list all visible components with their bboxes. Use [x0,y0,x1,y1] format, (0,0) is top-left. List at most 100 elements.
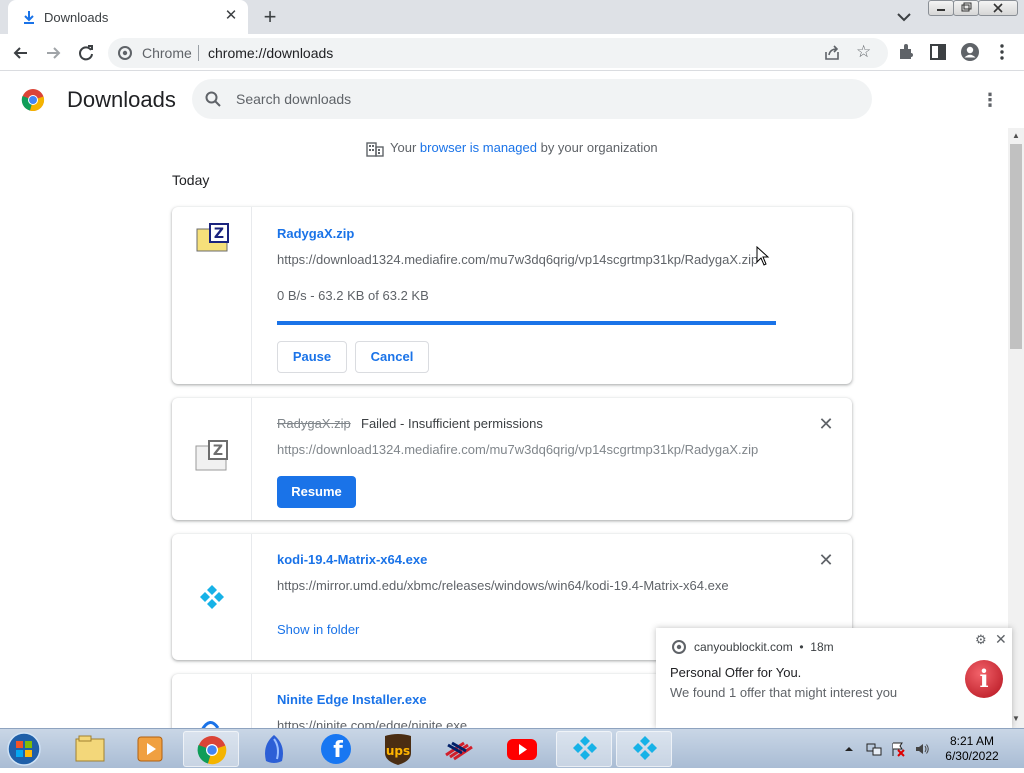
taskbar-facebook[interactable]: f [308,731,364,767]
close-window-button[interactable] [978,0,1018,16]
notification-body: We found 1 offer that might interest you [670,685,898,700]
download-item: Z RadygaX.zip Failed - Insufficient perm… [172,398,852,520]
svg-text:Z: Z [213,443,223,459]
taskbar-kodi-1[interactable] [556,731,612,767]
taskbar-chrome[interactable] [183,731,239,767]
side-panel-icon[interactable] [928,42,948,62]
scroll-up-arrow[interactable]: ▲ [1010,130,1022,142]
forward-icon[interactable] [40,40,66,66]
chrome-site-icon [672,640,686,654]
search-icon [205,91,221,107]
show-in-folder-link[interactable]: Show in folder [277,622,359,637]
taskbar-browser[interactable] [246,731,302,767]
zip-file-icon: Z [196,223,229,252]
separator [198,45,199,61]
taskbar-bank[interactable] [432,731,488,767]
action-center-flag-icon[interactable] [890,741,906,757]
kodi-icon [200,585,224,609]
download-filename: RadygaX.zip [277,416,351,431]
restore-button[interactable] [953,0,979,16]
section-today: Today [172,172,210,188]
chrome-site-icon [118,46,132,60]
download-filename[interactable]: RadygaX.zip [277,226,354,241]
facebook-icon: f [321,734,351,764]
info-icon: i [965,660,1003,698]
explorer-icon [75,735,105,762]
download-progress-bar [277,321,776,325]
chrome-logo-icon [21,89,45,112]
download-url[interactable]: https://mirror.umd.edu/xbmc/releases/win… [277,578,729,593]
taskbar-media-player[interactable] [122,731,178,767]
search-input[interactable] [236,89,836,109]
tab-title: Downloads [44,10,109,25]
tray-expand-icon[interactable] [844,741,854,757]
managed-prefix: Your [390,140,417,155]
reload-icon[interactable] [73,40,99,66]
scrollbar-thumb[interactable] [1010,144,1022,349]
new-tab-button[interactable]: + [258,5,282,29]
kodi-icon [633,736,657,760]
managed-link[interactable]: browser is managed [420,140,537,155]
tab-strip: Downloads ✕ + [0,0,1024,34]
download-item: Z RadygaX.zip https://download1324.media… [172,207,852,384]
file-icon-column [172,534,252,660]
extensions-icon[interactable] [896,42,916,62]
resume-button[interactable]: Resume [277,476,356,508]
taskbar-explorer[interactable] [62,731,118,767]
bookmark-star-icon[interactable]: ☆ [856,43,874,61]
download-status: 0 B/s - 63.2 KB of 63.2 KB [277,288,429,303]
cancel-button[interactable]: Cancel [355,341,429,373]
volume-icon[interactable] [914,741,930,757]
system-clock[interactable]: 8:21 AM 6/30/2022 [944,734,1000,764]
address-bar[interactable]: Chrome chrome://downloads ☆ [108,38,888,68]
remove-item-icon[interactable]: ✕ [818,415,834,433]
clock-time: 8:21 AM [949,734,995,748]
remove-item-icon[interactable]: ✕ [818,551,834,569]
back-icon[interactable] [8,40,34,66]
file-icon-column: Z [172,207,252,384]
taskbar-kodi-2[interactable] [616,731,672,767]
svg-text:ups: ups [386,744,410,758]
file-icon-column: Z [172,398,252,520]
network-icon[interactable] [866,741,882,757]
zip-file-icon-failed: Z [195,440,228,471]
notification-settings-icon[interactable]: ⚙ [975,632,987,648]
browser-icon [265,735,283,763]
notification-close-icon[interactable]: ✕ [995,631,1007,648]
tab-downloads[interactable]: Downloads ✕ [8,0,248,34]
managed-suffix: by your organization [540,140,658,155]
download-url[interactable]: https://download1324.mediafire.com/mu7w3… [277,442,758,457]
url-text[interactable]: chrome://downloads [208,45,333,61]
web-notification[interactable]: canyoublockit.com • 18m ⚙ ✕ Personal Off… [656,628,1012,728]
pause-button[interactable]: Pause [277,341,347,373]
notification-title: Personal Offer for You. [670,665,802,680]
start-button-icon[interactable] [4,730,44,768]
site-label: Chrome [142,45,192,61]
clock-date: 6/30/2022 [945,749,999,763]
close-tab-icon[interactable]: ✕ [222,7,240,25]
taskbar-ups[interactable]: ups [370,731,426,767]
download-filename[interactable]: kodi-19.4-Matrix-x64.exe [277,552,427,567]
download-filename[interactable]: Ninite Edge Installer.exe [277,692,427,707]
menu-kebab-icon[interactable] [992,42,1012,62]
profile-avatar-icon[interactable] [960,42,980,62]
page-title: Downloads [67,87,176,112]
managed-notice: Your browser is managed by your organiza… [366,140,658,157]
bank-icon [445,741,473,761]
tab-search-icon[interactable] [894,8,914,26]
search-downloads-box[interactable] [192,79,872,119]
svg-text:Z: Z [214,226,224,242]
toolbar: Chrome chrome://downloads ☆ [0,34,1024,71]
building-icon [366,141,384,157]
download-url[interactable]: https://download1324.mediafire.com/mu7w3… [277,252,758,267]
taskbar-youtube[interactable] [494,731,550,767]
chrome-icon [197,736,227,765]
download-status: Failed - Insufficient permissions [361,416,543,431]
media-player-icon [137,736,163,762]
share-icon[interactable] [823,44,841,62]
notification-source: canyoublockit.com • 18m [694,640,834,654]
minimize-button[interactable] [928,0,954,16]
svg-text:f: f [333,738,343,763]
windows-taskbar: f ups 8:21 AM 6/30/2022 [0,728,1024,768]
more-actions-icon[interactable]: ⋮ [980,90,1000,110]
